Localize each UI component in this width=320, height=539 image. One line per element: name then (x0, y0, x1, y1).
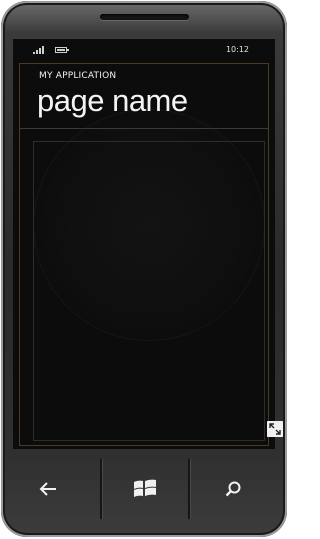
guide-line-right (268, 63, 269, 445)
application-title: MY APPLICATION (39, 71, 117, 81)
page-title: page name (37, 83, 188, 118)
search-button[interactable] (190, 459, 276, 519)
guide-line-left (19, 63, 20, 445)
content-panel (33, 141, 265, 441)
search-icon (225, 481, 241, 497)
guide-line-top (19, 63, 269, 64)
earpiece-speaker (100, 14, 189, 20)
signal-icon (33, 46, 44, 54)
guide-line-header (19, 128, 269, 129)
status-clock: 10:12 (225, 45, 249, 54)
expand-icon[interactable] (267, 421, 283, 437)
guide-line-bottom (19, 445, 269, 446)
phone-device: 10:12 MY APPLICATION page name (1, 1, 287, 537)
status-bar: 10:12 (13, 39, 275, 61)
windows-start-icon (134, 479, 156, 497)
back-icon (39, 482, 56, 496)
battery-icon (55, 47, 69, 53)
back-button[interactable] (5, 459, 91, 519)
phone-screen: 10:12 MY APPLICATION page name (13, 39, 275, 449)
hardware-nav-bar (5, 459, 283, 521)
start-button[interactable] (102, 459, 188, 519)
